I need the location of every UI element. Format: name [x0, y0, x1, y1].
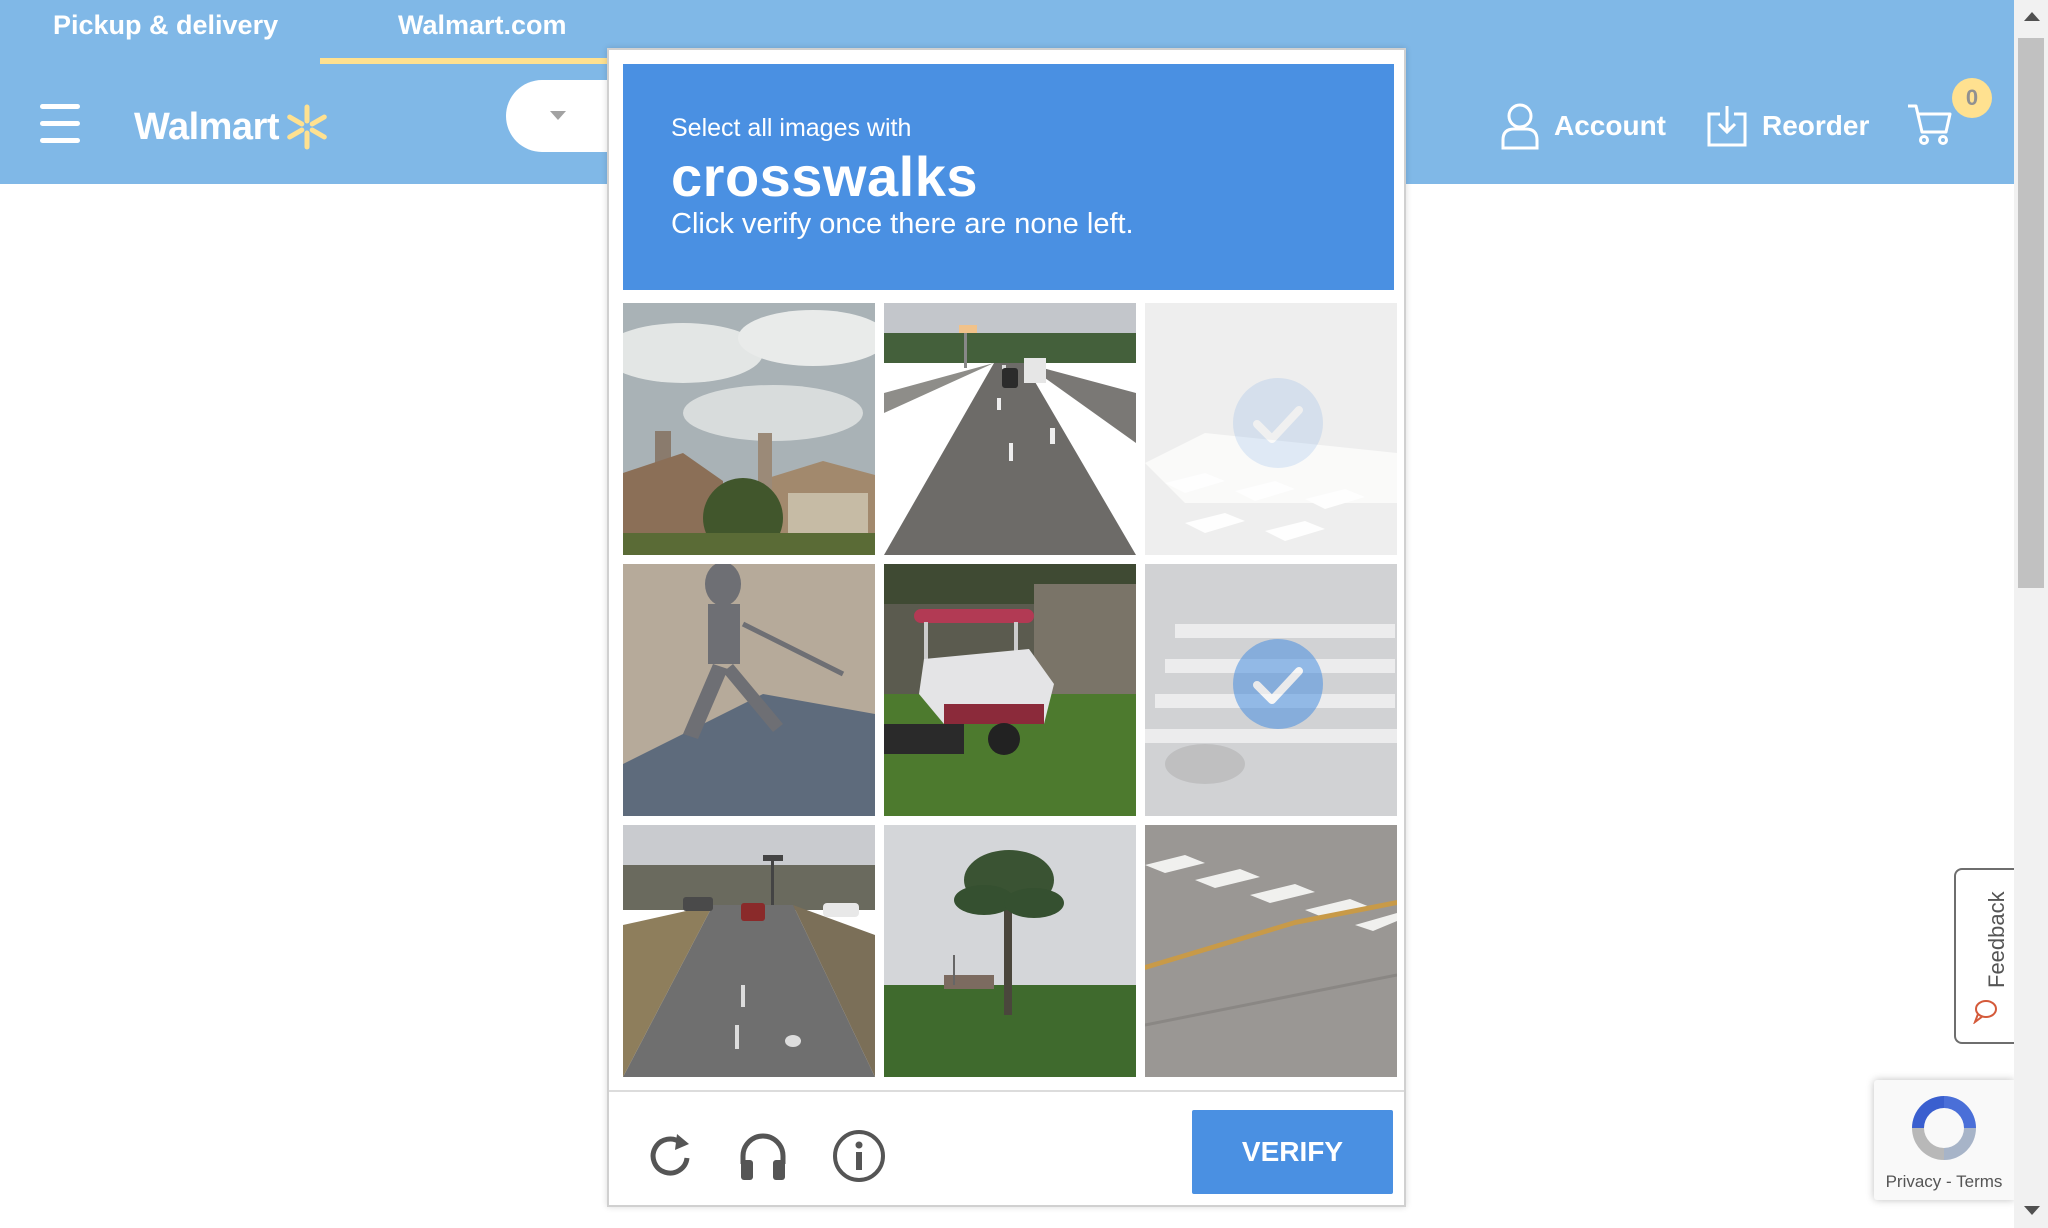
captcha-instructions: Select all images with crosswalks Click …: [623, 64, 1394, 290]
checkmark-icon: [1233, 639, 1323, 729]
scroll-up-arrow-icon[interactable]: [2024, 12, 2040, 21]
image-tile-4[interactable]: [623, 564, 875, 816]
links-separator: -: [1946, 1172, 1952, 1191]
target-object: crosswalks: [671, 145, 978, 208]
checkmark-icon: [1233, 378, 1323, 468]
instruction-subtext: Click verify once there are none left.: [671, 208, 1134, 240]
chat-bubble-icon: [1972, 998, 1998, 1029]
recaptcha-links: Privacy - Terms: [1874, 1172, 2014, 1192]
scrollbar-thumb[interactable]: [2018, 38, 2044, 588]
image-tile-9[interactable]: [1145, 825, 1397, 1077]
recaptcha-badge: Privacy - Terms: [1874, 1080, 2014, 1200]
image-tile-2[interactable]: [884, 303, 1136, 555]
image-tile-3[interactable]: [1145, 303, 1397, 555]
privacy-link[interactable]: Privacy: [1886, 1172, 1942, 1191]
scroll-down-arrow-icon[interactable]: [2024, 1206, 2040, 1215]
feedback-label: Feedback: [1984, 891, 2009, 988]
verify-button[interactable]: VERIFY: [1192, 1110, 1393, 1194]
audio-icon[interactable]: [735, 1128, 791, 1184]
image-tile-6[interactable]: [1145, 564, 1397, 816]
page-scrollbar[interactable]: [2014, 0, 2048, 1228]
info-icon[interactable]: [831, 1128, 887, 1184]
feedback-tab[interactable]: Feedback: [1954, 868, 2014, 1044]
recaptcha-logo-icon: [1906, 1090, 1982, 1171]
captcha-footer: VERIFY: [609, 1090, 1404, 1205]
image-grid: [623, 303, 1398, 1083]
reload-icon[interactable]: [643, 1128, 699, 1184]
image-tile-1[interactable]: [623, 303, 875, 555]
instruction-text: Select all images with: [671, 114, 912, 142]
image-tile-7[interactable]: [623, 825, 875, 1077]
captcha-challenge: Select all images with crosswalks Click …: [607, 48, 1406, 1207]
terms-link[interactable]: Terms: [1956, 1172, 2002, 1191]
image-tile-8[interactable]: [884, 825, 1136, 1077]
image-tile-5[interactable]: [884, 564, 1136, 816]
